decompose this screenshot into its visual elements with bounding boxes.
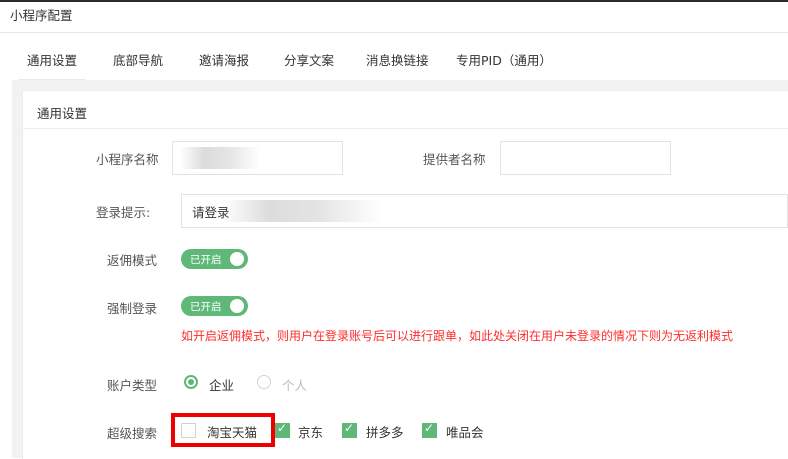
switch-knob	[230, 252, 244, 266]
checkbox-vipshop[interactable]: ✓	[422, 421, 437, 438]
settings-panel: 通用设置	[22, 90, 788, 459]
rebate-hint-text: 如开启返佣模式，则用户在登录账号后可以进行跟单，如此处关闭在用户未登录的情况下则…	[181, 329, 734, 343]
switch-knob	[230, 299, 244, 313]
redacted-blur	[222, 200, 382, 222]
switch-label: 已开启	[190, 301, 222, 313]
radio-enterprise-label[interactable]: 企业	[209, 375, 234, 394]
radio-enterprise[interactable]	[184, 375, 198, 389]
checkbox-pinduoduo-label[interactable]: 拼多多	[366, 422, 404, 441]
check-icon: ✓	[424, 421, 435, 435]
panel-title: 通用设置	[37, 106, 88, 121]
force-login-label: 强制登录	[107, 301, 158, 316]
page-header: 小程序配置	[0, 2, 788, 33]
login-tip-label: 登录提示:	[96, 205, 151, 220]
provider-name-input[interactable]	[500, 141, 671, 175]
checkbox-pinduoduo[interactable]: ✓	[342, 421, 357, 438]
rebate-mode-label: 返佣模式	[107, 253, 158, 268]
tab-bar: 通用设置 底部导航 邀请海报 分享文案 消息换链接 专用PID（通用）	[0, 33, 788, 81]
app-name-label: 小程序名称	[96, 152, 159, 167]
rebate-mode-switch[interactable]: 已开启	[181, 249, 248, 269]
radio-personal-label[interactable]: 个人	[282, 375, 307, 394]
check-icon: ✓	[344, 421, 355, 435]
check-icon: ✓	[277, 421, 288, 435]
tab-dedicated-pid[interactable]: 专用PID（通用）	[456, 50, 552, 69]
panel-header: 通用设置	[23, 91, 788, 129]
tab-share-copy[interactable]: 分享文案	[284, 50, 334, 69]
tab-invite-poster[interactable]: 邀请海报	[199, 50, 249, 69]
checkbox-jd-label[interactable]: 京东	[298, 422, 323, 441]
account-type-label: 账户类型	[107, 378, 158, 393]
highlight-box	[171, 413, 275, 447]
tab-general-settings[interactable]: 通用设置	[18, 50, 86, 81]
switch-label: 已开启	[190, 254, 222, 266]
super-search-label: 超级搜索	[107, 426, 158, 441]
provider-name-label: 提供者名称	[423, 152, 486, 167]
checkbox-jd[interactable]: ✓	[275, 421, 290, 438]
force-login-switch[interactable]: 已开启	[181, 296, 248, 316]
redacted-blur	[180, 147, 260, 169]
radio-personal[interactable]	[257, 375, 271, 389]
tab-bottom-navigation[interactable]: 底部导航	[113, 50, 163, 69]
tab-message-link-convert[interactable]: 消息换链接	[366, 50, 429, 69]
page-title: 小程序配置	[10, 8, 73, 23]
checkbox-vipshop-label[interactable]: 唯品会	[446, 422, 484, 441]
